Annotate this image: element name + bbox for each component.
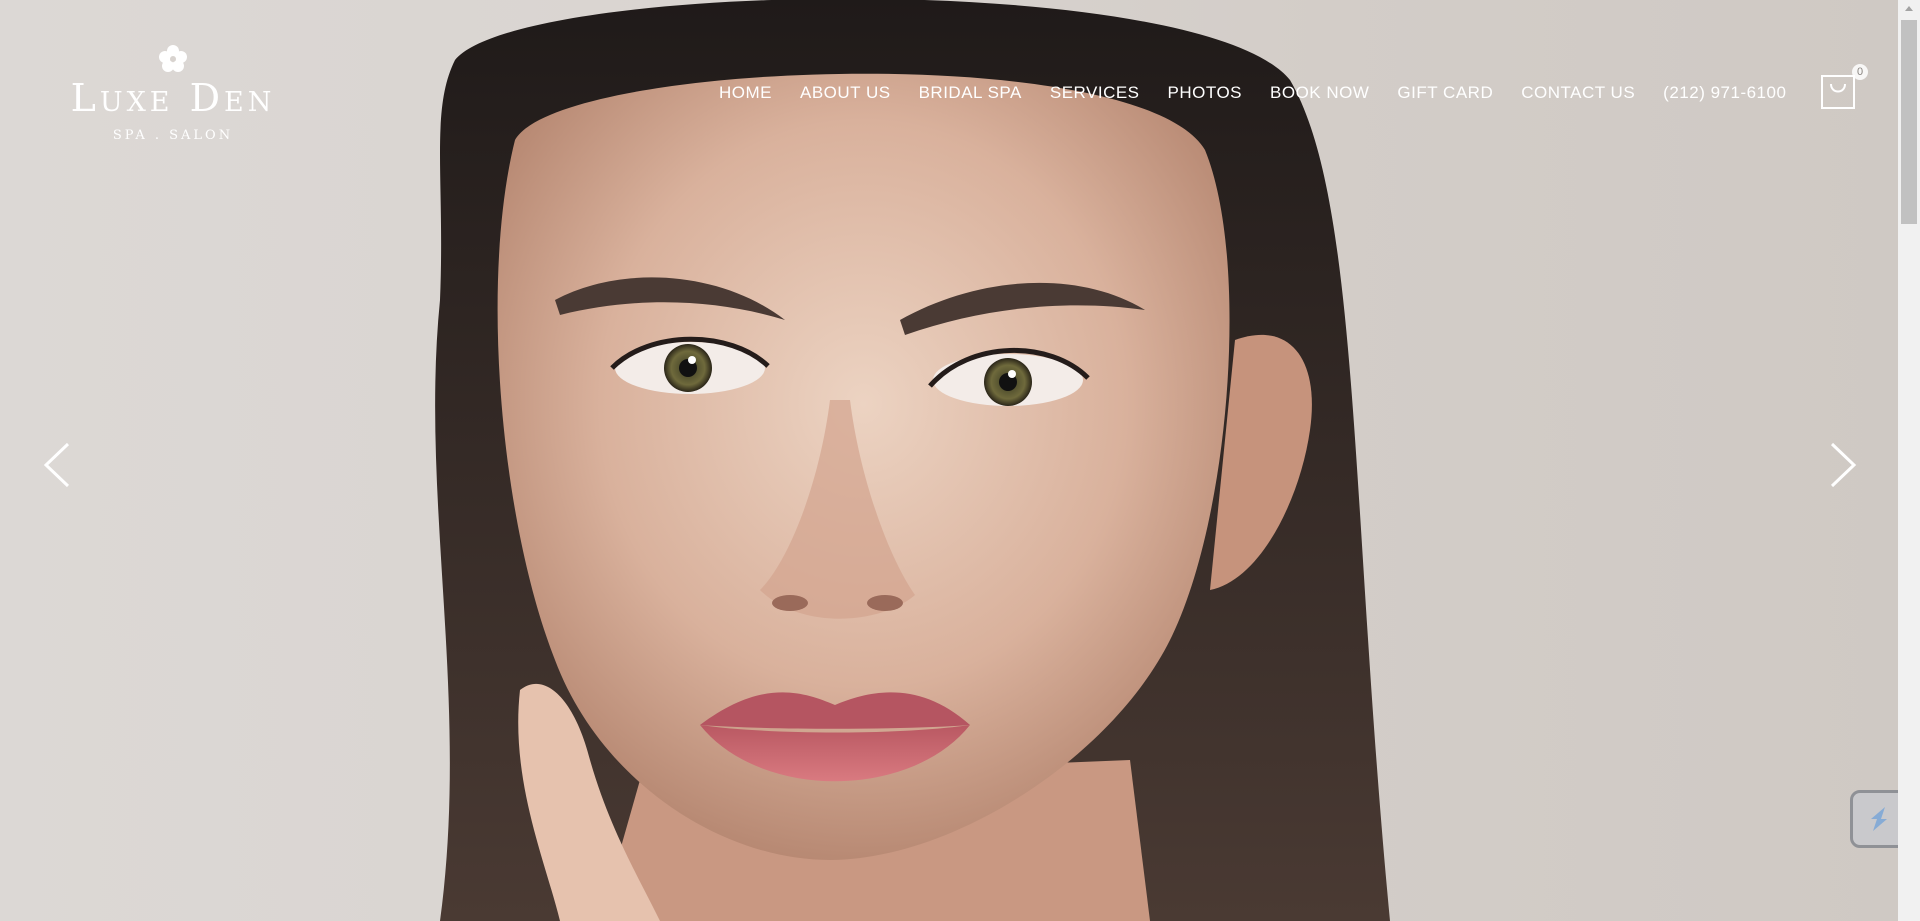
hero-slider: Luxe Den SPA . SALON HOME ABOUT US BRIDA… — [0, 0, 1898, 921]
chevron-left-icon — [43, 442, 70, 488]
slider-prev-button[interactable] — [42, 442, 72, 488]
nav-home[interactable]: HOME — [705, 83, 786, 103]
nav-photos[interactable]: PHOTOS — [1154, 83, 1256, 103]
logo-tagline: SPA . SALON — [112, 127, 234, 143]
cart-count-badge: 0 — [1852, 64, 1868, 80]
nav-about-us[interactable]: ABOUT US — [786, 83, 905, 103]
chevron-right-icon — [1830, 442, 1857, 488]
nav-phone[interactable]: (212) 971-6100 — [1649, 83, 1800, 103]
cart-button[interactable] — [1820, 72, 1856, 110]
nav-services[interactable]: SERVICES — [1036, 83, 1154, 103]
scrollbar-thumb[interactable] — [1901, 20, 1917, 224]
nav-book-now[interactable]: BOOK NOW — [1256, 83, 1383, 103]
logo-name: Luxe Den — [70, 76, 276, 120]
chat-widget-button[interactable] — [1850, 790, 1898, 848]
flower-icon — [159, 45, 187, 72]
caret-up-icon — [1905, 6, 1913, 11]
chat-widget-icon — [1871, 807, 1887, 831]
site-logo[interactable]: Luxe Den SPA . SALON — [58, 44, 288, 143]
nav-bridal-spa[interactable]: BRIDAL SPA — [905, 83, 1036, 103]
page-scrollbar[interactable] — [1898, 0, 1920, 921]
nav-contact-us[interactable]: CONTACT US — [1507, 83, 1649, 103]
scroll-up-button[interactable] — [1898, 0, 1920, 18]
slider-next-button[interactable] — [1828, 442, 1858, 488]
shopping-bag-icon — [1821, 75, 1855, 109]
main-nav: HOME ABOUT US BRIDAL SPA SERVICES PHOTOS… — [705, 83, 1800, 103]
nav-gift-card[interactable]: GIFT CARD — [1383, 83, 1507, 103]
